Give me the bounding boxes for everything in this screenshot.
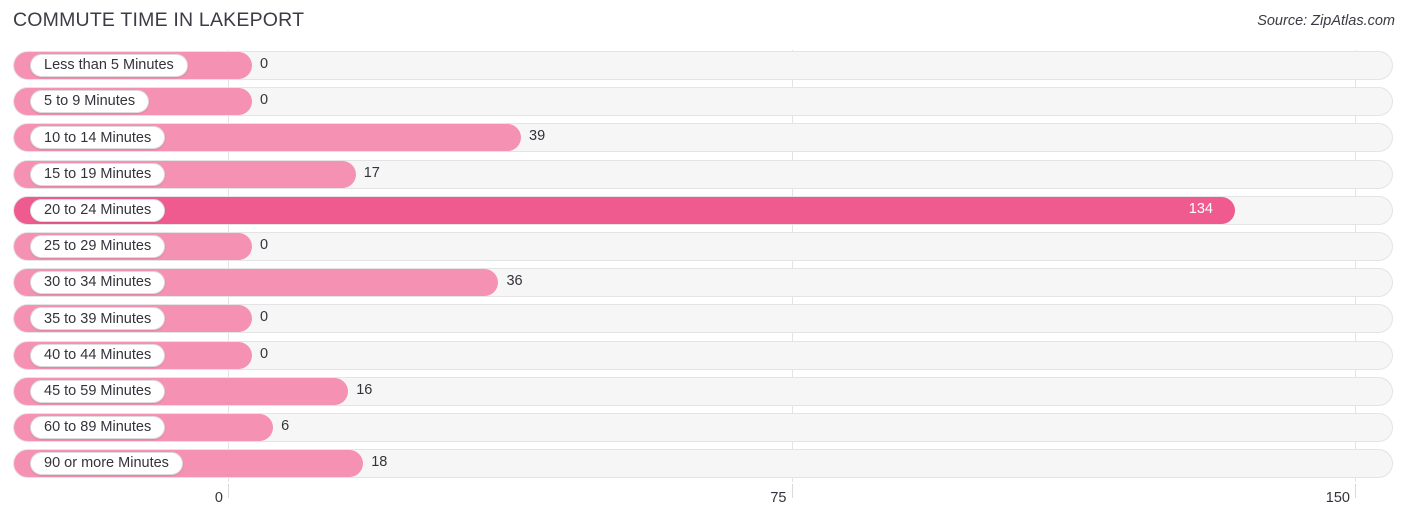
chart-row[interactable]: 5 to 9 Minutes 0: [0, 84, 1406, 120]
page-title: COMMUTE TIME IN LAKEPORT: [13, 9, 305, 31]
category-label: 40 to 44 Minutes: [44, 346, 152, 363]
chart-row[interactable]: 35 to 39 Minutes 0: [0, 301, 1406, 337]
category-label: Less than 5 Minutes: [44, 57, 174, 74]
tick-label: 0: [214, 490, 223, 506]
source-attribution: Source: ZipAtlas.com: [1257, 13, 1395, 29]
category-label: 15 to 19 Minutes: [44, 165, 152, 182]
bar[interactable]: [14, 196, 1235, 224]
x-axis: 0 75 150: [0, 484, 1406, 522]
bar-value-label: 17: [363, 164, 380, 181]
category-label: 60 to 89 Minutes: [44, 419, 152, 436]
category-label-pill: 90 or more Minutes: [30, 452, 183, 476]
bar-value-label: 0: [260, 309, 269, 326]
bar-value-label: 0: [260, 56, 269, 72]
category-label: 10 to 14 Minutes: [44, 129, 152, 146]
chart-row[interactable]: 30 to 34 Minutes 36: [0, 265, 1406, 301]
tick-mark: [1355, 484, 1356, 498]
bar-value-label: 134: [1188, 200, 1213, 217]
category-label-pill: 15 to 19 Minutes: [30, 162, 166, 186]
bar-value-label: 39: [529, 128, 546, 145]
chart-plot-area: Less than 5 Minutes 0 5 to 9 Minutes 0 10 to…: [0, 44, 1406, 484]
bar-value-label: 0: [260, 237, 269, 253]
chart-row[interactable]: 40 to 44 Minutes 0: [0, 338, 1406, 374]
chart-row[interactable]: 20 to 24 Minutes 134: [0, 193, 1406, 229]
category-label-pill: 25 to 29 Minutes: [30, 235, 166, 258]
category-label: 30 to 34 Minutes: [44, 274, 152, 291]
category-label-pill: 45 to 59 Minutes: [30, 379, 166, 403]
category-label-pill: 20 to 24 Minutes: [30, 198, 166, 222]
chart-row[interactable]: Less than 5 Minutes 0: [0, 48, 1406, 84]
category-label-pill: 60 to 89 Minutes: [30, 416, 166, 439]
chart-row[interactable]: 25 to 29 Minutes 0: [0, 229, 1406, 265]
chart-row[interactable]: 10 to 14 Minutes 39: [0, 120, 1406, 156]
category-label-pill: 35 to 39 Minutes: [30, 307, 166, 331]
category-label: 25 to 29 Minutes: [44, 238, 152, 255]
category-label-pill: 5 to 9 Minutes: [30, 90, 150, 114]
category-label-pill: 30 to 34 Minutes: [30, 271, 166, 295]
category-label: 45 to 59 Minutes: [44, 383, 152, 400]
bar-value-label: 16: [356, 381, 373, 398]
chart-row[interactable]: 15 to 19 Minutes 17: [0, 157, 1406, 193]
category-label-pill: 40 to 44 Minutes: [30, 343, 166, 367]
chart-row[interactable]: 45 to 59 Minutes 16: [0, 374, 1406, 410]
tick-mark: [228, 484, 229, 498]
bar-value-label: 36: [506, 273, 523, 290]
category-label: 20 to 24 Minutes: [44, 202, 152, 219]
chart-header: COMMUTE TIME IN LAKEPORT Source: ZipAtla…: [0, 0, 1406, 44]
tick-label: 75: [770, 490, 787, 506]
bar-value-label: 6: [281, 418, 290, 434]
bar-value-label: 0: [260, 345, 269, 362]
category-label-pill: Less than 5 Minutes: [30, 54, 188, 77]
chart-row[interactable]: 60 to 89 Minutes 6: [0, 410, 1406, 446]
chart-row[interactable]: 90 or more Minutes 18: [0, 446, 1406, 482]
bar-value-label: 18: [371, 454, 388, 471]
category-label: 90 or more Minutes: [44, 455, 169, 472]
tick-mark: [791, 484, 793, 498]
category-label: 35 to 39 Minutes: [44, 310, 152, 327]
tick-label: 150: [1325, 490, 1350, 506]
bar-value-label: 0: [260, 92, 269, 109]
category-label-pill: 10 to 14 Minutes: [30, 126, 166, 150]
category-label: 5 to 9 Minutes: [44, 93, 136, 110]
